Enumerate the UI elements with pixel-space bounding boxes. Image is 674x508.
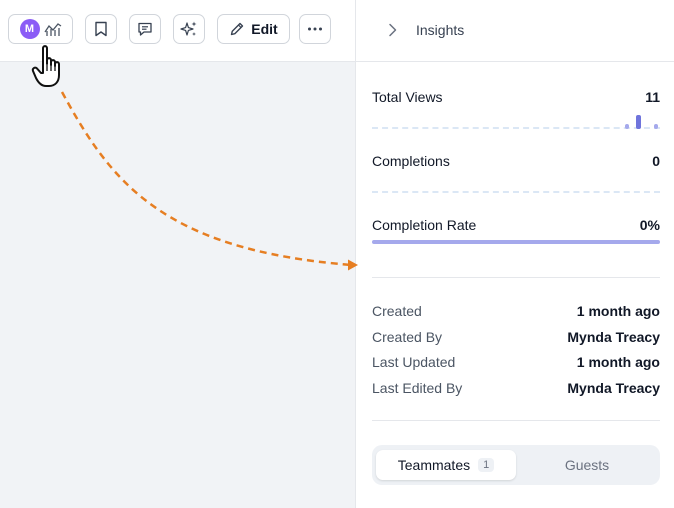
- edit-label: Edit: [251, 21, 278, 37]
- edit-button[interactable]: Edit: [217, 14, 290, 44]
- tab-guests-label: Guests: [564, 457, 610, 473]
- comment-icon: [137, 21, 153, 37]
- last-edited-by-label: Last Edited By: [372, 380, 463, 396]
- panel-title: Insights: [416, 22, 465, 38]
- completion-rate-value: 0%: [639, 217, 660, 233]
- created-label: Created: [372, 303, 422, 319]
- comment-button[interactable]: [129, 14, 161, 44]
- created-value: 1 month ago: [576, 303, 660, 319]
- bookmark-button[interactable]: [85, 14, 117, 44]
- ai-assist-button[interactable]: [173, 14, 205, 44]
- tab-teammates[interactable]: Teammates 1: [376, 450, 516, 480]
- avatar: M: [19, 19, 40, 39]
- insights-panel: Insights Total Views 11 Completions 0 Co…: [356, 0, 674, 508]
- total-views-sparkline-baseline: [372, 127, 660, 129]
- bookmark-icon: [94, 21, 108, 37]
- created-by-value: Mynda Treacy: [567, 329, 660, 345]
- tab-guests[interactable]: Guests: [518, 450, 656, 480]
- completion-rate-label: Completion Rate: [372, 217, 477, 233]
- audience-tabs: Teammates 1 Guests: [372, 445, 660, 485]
- more-icon: [307, 27, 323, 31]
- analytics-icon: [43, 21, 62, 37]
- total-views-label: Total Views: [372, 89, 443, 105]
- total-views-value: 11: [645, 89, 660, 105]
- sparkle-icon: [180, 20, 198, 38]
- last-updated-value: 1 month ago: [576, 354, 660, 370]
- insights-toggle-button[interactable]: M: [8, 14, 73, 44]
- section-separator: [372, 420, 660, 421]
- total-views-sparkline: [625, 115, 658, 129]
- tab-teammates-label: Teammates: [397, 457, 471, 473]
- chevron-right-icon[interactable]: [388, 23, 398, 42]
- created-by-label: Created By: [372, 329, 443, 345]
- completions-sparkline-baseline: [372, 191, 660, 193]
- completion-rate-bar: [372, 240, 660, 244]
- last-updated-label: Last Updated: [372, 354, 456, 370]
- hand-cursor-icon: [31, 45, 60, 87]
- teammates-count-badge: 1: [478, 458, 495, 472]
- last-edited-by-value: Mynda Treacy: [567, 380, 660, 396]
- completions-value: 0: [652, 153, 660, 169]
- section-separator: [372, 277, 660, 278]
- panel-header: Insights: [356, 0, 674, 62]
- more-options-button[interactable]: [299, 14, 331, 44]
- pencil-icon: [229, 21, 245, 37]
- completions-label: Completions: [372, 153, 450, 169]
